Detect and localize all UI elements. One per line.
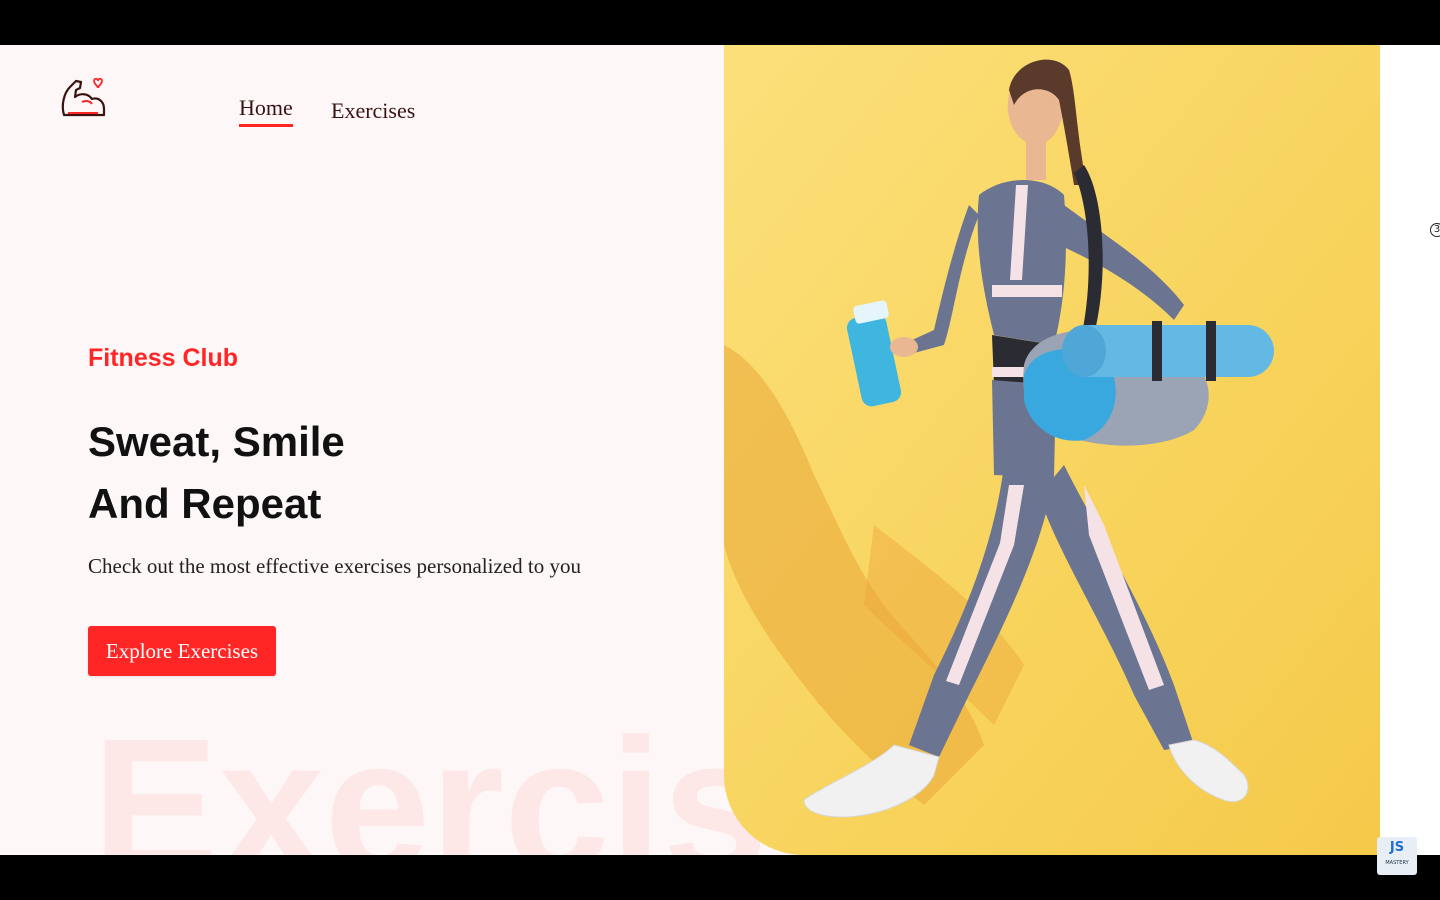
circle-icon[interactable]: 3 (1430, 223, 1440, 237)
hero-headline-line-1: Sweat, Smile (88, 418, 345, 465)
badge-top-text: JS (1389, 840, 1405, 855)
flexed-arm-heart-icon[interactable] (58, 75, 108, 123)
right-margin (1380, 45, 1440, 855)
hero-banner-image (724, 45, 1380, 855)
badge-bottom-text: MASTERY (1385, 860, 1409, 866)
app-viewport: Home Exercises Fitness Club Sweat, Smile… (0, 45, 1440, 855)
nav-exercises-link[interactable]: Exercises (331, 98, 415, 124)
hero-headline-line-2: And Repeat (88, 480, 322, 527)
hero-illustration (724, 45, 1380, 855)
hero-subtext: Check out the most effective exercises p… (88, 554, 581, 578)
js-mastery-badge: JS MASTERY (1377, 837, 1417, 875)
hero-watermark-text: Exercis (92, 700, 769, 855)
hero-eyebrow: Fitness Club (88, 344, 239, 372)
explore-exercises-button[interactable]: Explore Exercises (88, 626, 276, 676)
hero-headline: Sweat, Smile And Repeat (88, 411, 345, 535)
page: Home Exercises Fitness Club Sweat, Smile… (0, 45, 1380, 855)
nav-home-link[interactable]: Home (239, 95, 293, 127)
